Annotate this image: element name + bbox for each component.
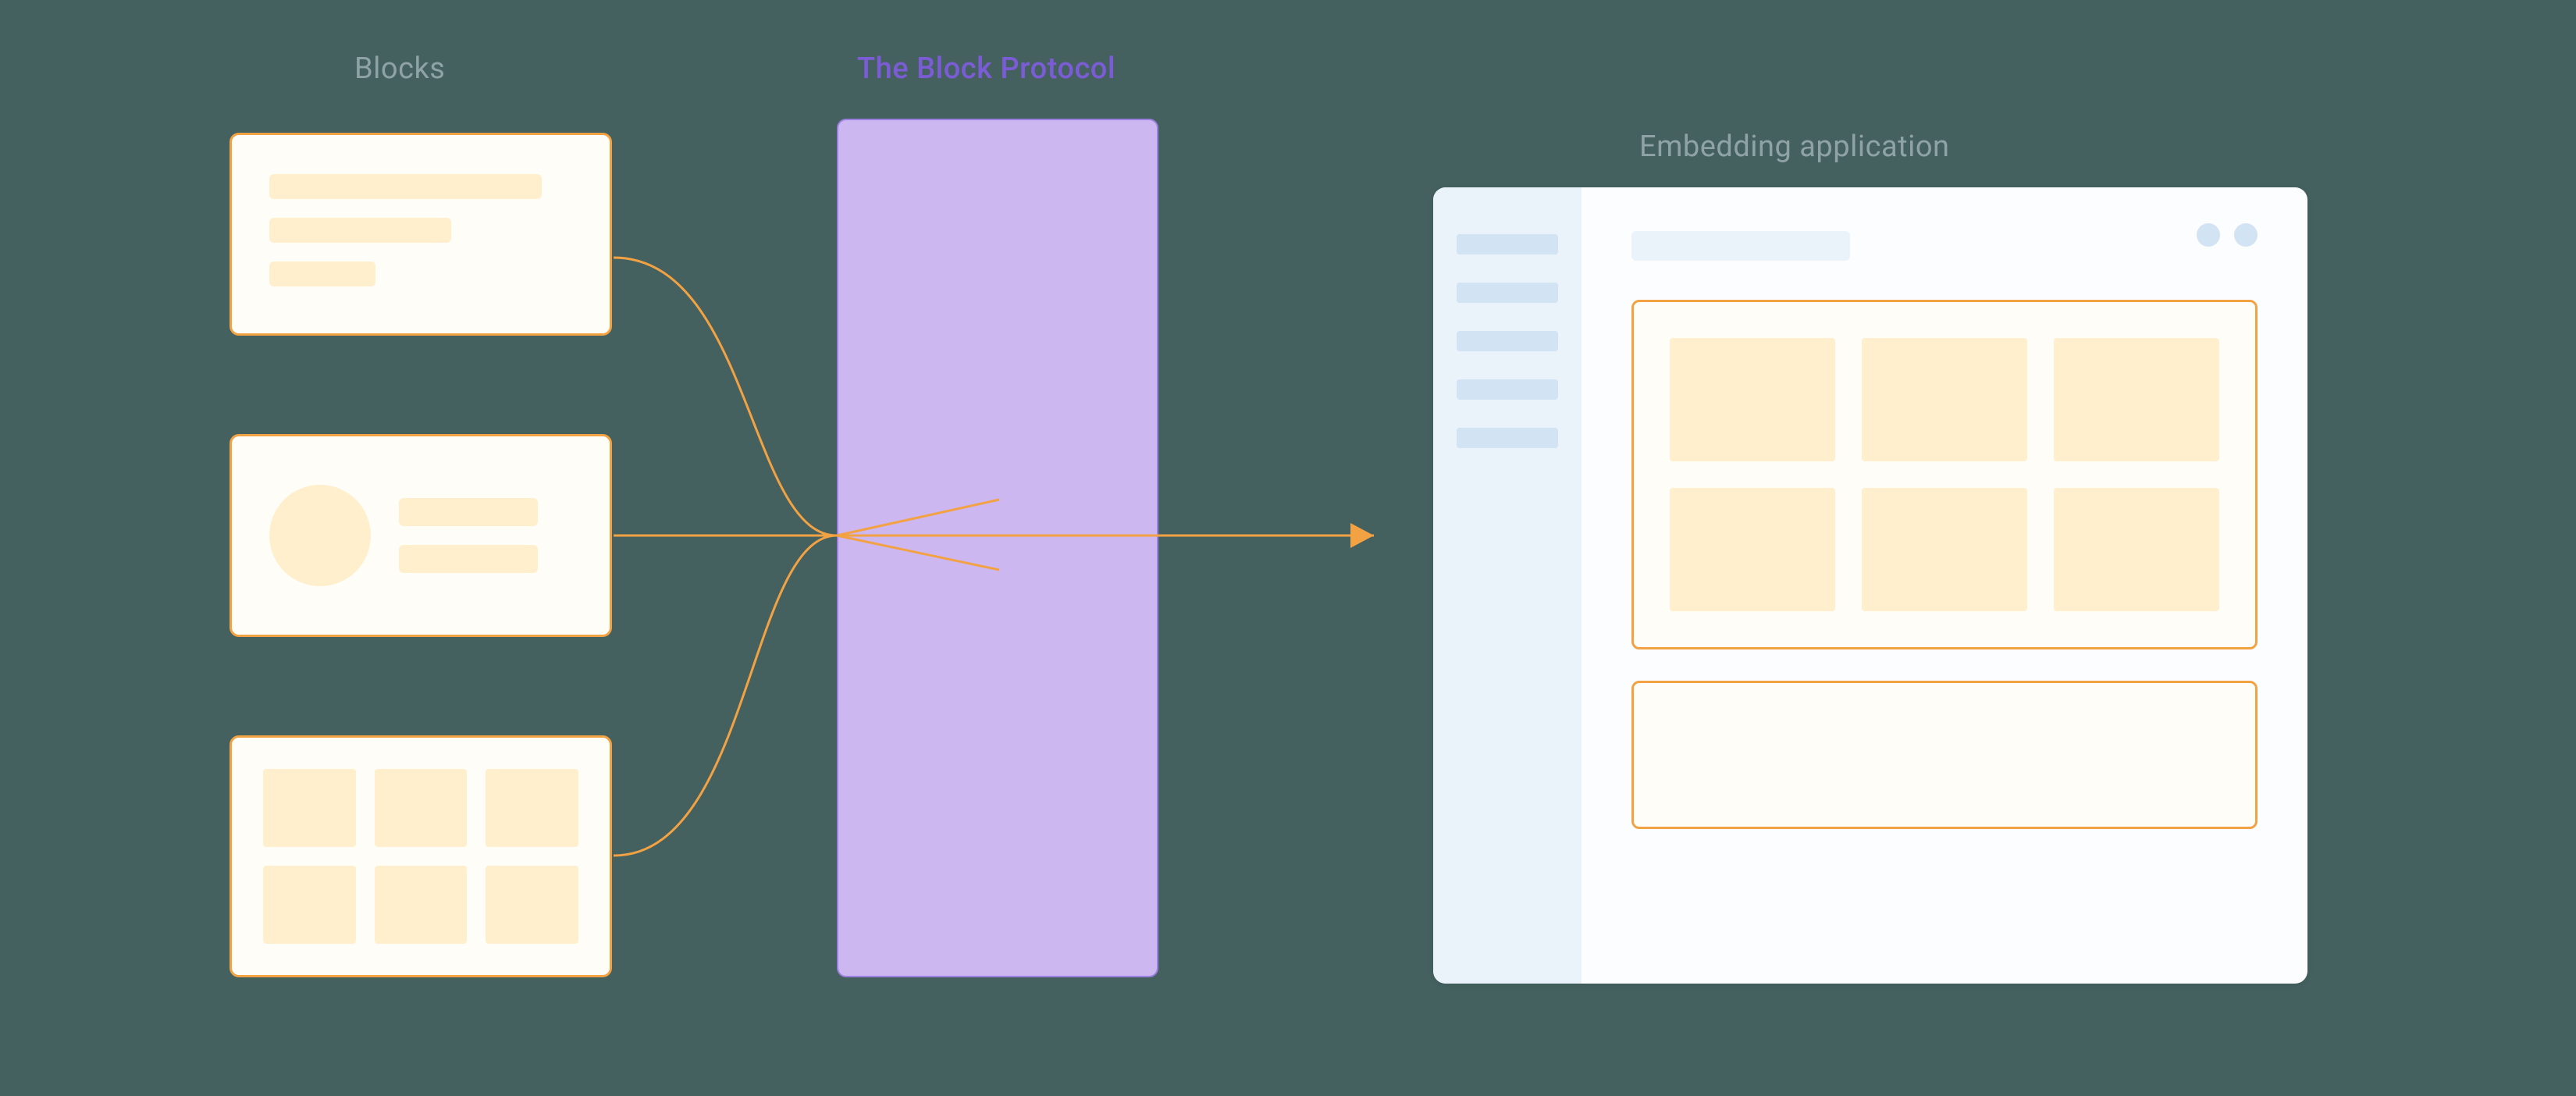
sidebar-item — [1457, 234, 1558, 254]
sidebar-item — [1457, 283, 1558, 303]
grid-cell — [486, 866, 578, 944]
protocol-panel — [837, 119, 1158, 977]
grid-cell — [375, 866, 468, 944]
grid-cell — [1670, 338, 1835, 461]
block-text-lines — [229, 133, 612, 336]
diagram-canvas: Blocks The Block Protocol — [0, 0, 2576, 1096]
block-grid — [229, 735, 612, 977]
app-heading-placeholder — [1631, 231, 1850, 261]
grid-cell — [375, 769, 468, 847]
embedding-app-label: Embedding application — [1639, 130, 1949, 164]
window-dot-icon — [2197, 223, 2220, 247]
avatar-placeholder-icon — [269, 485, 371, 586]
protocol-column-label: The Block Protocol — [857, 52, 1115, 86]
grid-cell — [1862, 338, 2027, 461]
placeholder-line — [269, 174, 542, 199]
placeholder-line — [399, 545, 538, 573]
grid-cell — [263, 769, 356, 847]
grid-cell — [1670, 488, 1835, 611]
sidebar-item — [1457, 379, 1558, 400]
window-dot-icon — [2234, 223, 2258, 247]
placeholder-line — [269, 262, 375, 286]
embedded-block-empty — [1631, 681, 2258, 829]
grid-cell — [486, 769, 578, 847]
sidebar-item — [1457, 331, 1558, 351]
grid-cell — [2054, 338, 2219, 461]
blocks-column-label: Blocks — [354, 52, 445, 86]
window-controls-icon — [2197, 223, 2258, 247]
placeholder-line — [399, 498, 538, 526]
connector-path — [614, 536, 837, 856]
sidebar-item — [1457, 428, 1558, 448]
grid-cell — [263, 866, 356, 944]
placeholder-line — [269, 218, 451, 243]
arrowhead-icon — [1350, 523, 1374, 548]
connector-path — [614, 258, 837, 536]
grid-cell — [2054, 488, 2219, 611]
embedded-block-grid — [1631, 300, 2258, 649]
app-window — [1433, 187, 2307, 984]
grid-cell — [1862, 488, 2027, 611]
app-content — [1582, 187, 2307, 984]
app-sidebar — [1433, 187, 1582, 984]
block-avatar — [229, 434, 612, 637]
